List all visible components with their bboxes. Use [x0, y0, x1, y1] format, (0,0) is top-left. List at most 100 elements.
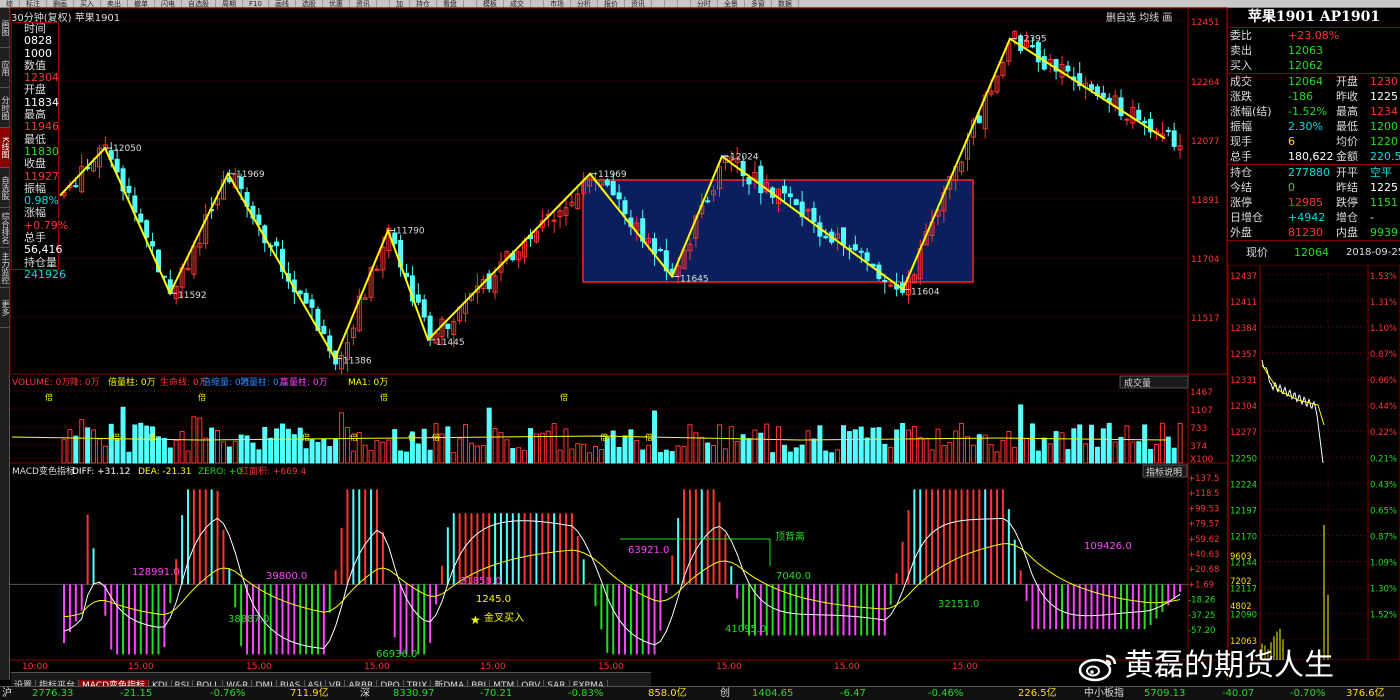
volume-bar	[68, 430, 72, 463]
macd-annotation: 41095.0	[725, 624, 766, 635]
volume-bar	[901, 423, 905, 463]
mini-pct-label: 0.87%	[1370, 350, 1397, 360]
volume-bar	[233, 441, 237, 463]
quote-row: 总手 180,622 金额 220.5	[1228, 149, 1400, 164]
status-item: 858.0亿	[648, 687, 687, 700]
volume-bar	[682, 447, 686, 463]
candle-body	[1172, 131, 1176, 146]
volume-bar	[1036, 451, 1040, 463]
volume-bar	[871, 428, 875, 463]
chart-top-right-tools[interactable]: 删自选 均线 画	[1106, 9, 1172, 24]
data-label: 开盘	[12, 84, 58, 96]
mini-price-label: 12170	[1230, 532, 1257, 542]
indicator-tabs[interactable]: 设置 指标平台 MACD变色指标 KDJ RSI BOLL W&R DMI BIAS ASI VR A…	[11, 672, 651, 686]
candle-body	[841, 228, 845, 245]
candle-body	[812, 208, 816, 221]
swing-label: 11969	[236, 170, 265, 180]
mini-pct-label: 1.52%	[1370, 611, 1397, 621]
quote-value-2: 1225	[1370, 89, 1398, 104]
volume-bar	[304, 449, 308, 463]
volume-bar	[393, 430, 397, 463]
volume-bar	[1113, 442, 1117, 463]
macd-axis-label: -57.20	[1188, 626, 1215, 636]
quote-row: 振幅 2.30% 最低 1200	[1228, 119, 1400, 134]
data-label: 收盘	[12, 158, 58, 170]
volume-bar	[889, 447, 893, 463]
swing-label: 11386	[343, 357, 372, 367]
price-axis-label: 11704	[1191, 255, 1220, 265]
data-value: 11927	[12, 171, 58, 183]
data-value: 241926	[12, 269, 58, 281]
volume-bar	[363, 445, 367, 463]
quote-value: 12063	[1288, 43, 1323, 58]
candle-body	[658, 250, 662, 251]
volume-bar	[529, 429, 533, 463]
status-item: 226.5亿	[1018, 687, 1057, 700]
volume-bar	[86, 428, 90, 463]
mini-price-label: 12411	[1230, 298, 1257, 308]
quote-label: 涨停	[1230, 195, 1252, 210]
volume-bar	[1125, 426, 1129, 463]
price-axis-label: 12451	[1191, 18, 1220, 28]
mini-price-label: 12304	[1230, 402, 1257, 412]
now-price-row: 现价 12064 2018-09-25,	[1228, 241, 1400, 265]
volume-bar	[759, 433, 763, 463]
quote-label-2: 最高	[1336, 104, 1358, 119]
volume-bar	[593, 446, 597, 463]
quote-value: 277880	[1288, 165, 1330, 180]
kline-chart[interactable]: 12451 12264 12077 11891 11704 11517 1467 1107 73…	[0, 0, 1227, 686]
quote-value: -186	[1288, 89, 1313, 104]
volume-header-item: VOLUME: 0万	[12, 378, 70, 388]
macd-axis-label: +79.57	[1188, 520, 1219, 530]
quote-label: 持仓	[1230, 165, 1252, 180]
volume-bar	[794, 448, 798, 463]
quote-panel: 苹果1901 AP1901 委比 +23.08% 卖出 12063 买入 12062 成交…	[1227, 8, 1400, 680]
volume-bar	[658, 453, 662, 463]
now-value: 12064	[1294, 241, 1329, 265]
volume-bar	[1154, 445, 1158, 463]
macd-diff-line	[64, 518, 1180, 648]
price-axis-label: 11891	[1191, 196, 1220, 206]
time-axis-label: 15.00	[480, 662, 506, 672]
candle-body	[794, 200, 798, 205]
candle-body	[1090, 85, 1094, 90]
quote-value-2: 1225	[1370, 180, 1398, 195]
macd-header-item: DIFF: +31.12	[72, 467, 130, 477]
quote-label: 涨跌	[1230, 89, 1252, 104]
swing-label: 11445	[436, 338, 465, 348]
volume-bar	[1107, 423, 1111, 463]
volume-bar	[428, 450, 432, 463]
swing-label: 12050	[113, 144, 142, 154]
candle-body	[322, 326, 326, 333]
quote-row: 买入 12062	[1228, 58, 1400, 73]
volume-bar	[966, 437, 970, 463]
volume-bar	[517, 448, 521, 463]
quote-row: 持仓 277880 开平 空平	[1228, 165, 1400, 180]
volume-bar	[1149, 450, 1153, 463]
candle-body	[428, 316, 432, 338]
volume-bar	[115, 440, 119, 463]
volume-bar	[174, 441, 178, 463]
price-axis-label: 12077	[1191, 137, 1220, 147]
candle-body	[1137, 110, 1141, 120]
candle-body	[747, 178, 751, 184]
volume-bar	[434, 424, 438, 463]
quote-label: 今结	[1230, 180, 1252, 195]
volume-bar	[280, 424, 284, 463]
mini-pct-label: 0.87%	[1370, 532, 1397, 542]
volume-marker: 倍	[408, 432, 416, 442]
volume-bar	[771, 453, 775, 463]
volume-bar	[1137, 442, 1141, 463]
volume-bar	[948, 442, 952, 463]
intraday-mini-chart[interactable]: 12437 12411 12384 12357 12331 12304 12277 12250…	[1228, 265, 1400, 660]
volume-bar	[156, 437, 160, 463]
volume-bar	[493, 429, 497, 463]
data-value: 11946	[12, 121, 58, 133]
quote-value: 12064	[1288, 74, 1323, 89]
candle-body	[623, 201, 627, 214]
status-item: -0.70%	[1290, 687, 1325, 700]
volume-bar	[487, 408, 491, 463]
candle-body	[605, 180, 609, 185]
macd-axis-label: +118.5	[1188, 489, 1219, 499]
status-item: -0.46%	[928, 687, 963, 700]
